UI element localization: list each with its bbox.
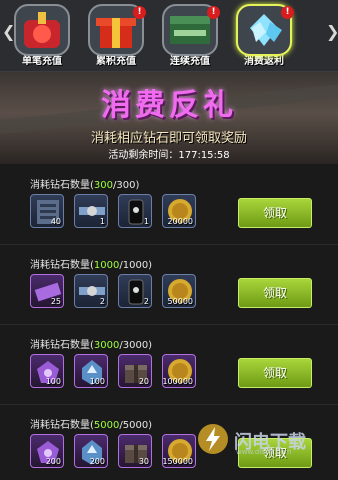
- item-quantity: 150000: [162, 457, 193, 466]
- event-subtitle: 消耗相应钻石即可领取奖励: [90, 131, 247, 146]
- reward-item[interactable]: 200: [74, 434, 108, 468]
- timer-value: 177:15:58: [178, 150, 230, 161]
- tab-spend-rebate[interactable]: ! 消费返利: [232, 4, 296, 70]
- claim-button[interactable]: 领取: [238, 278, 312, 308]
- event-banner: 消费反礼 消耗相应钻石即可领取奖励 活动剩余时间：177:15:58: [0, 72, 338, 164]
- item-quantity: 2: [99, 297, 105, 306]
- reward-row: 消耗钻石数量(300/300) 40 1 1 20000 领取: [0, 164, 338, 244]
- item-quantity: 25: [50, 297, 61, 306]
- reward-item[interactable]: 50000: [162, 274, 196, 308]
- item-quantity: 20000: [167, 217, 193, 226]
- reward-row: 消耗钻石数量(3000/3000) 100 100 20 100000 领取: [0, 324, 338, 404]
- item-quantity: 30: [138, 457, 149, 466]
- reward-item[interactable]: 20: [118, 354, 152, 388]
- tab-cumulative-recharge[interactable]: ! 累积充值: [84, 4, 148, 70]
- reward-row: 消耗钻石数量(1000/1000) 25 2 2 50000 领取: [0, 244, 338, 324]
- required-amount: /3000): [119, 340, 153, 351]
- watermark-url: www.dlsoft.com: [236, 448, 292, 456]
- event-title: 消费反礼: [101, 88, 237, 123]
- item-quantity: 2: [143, 297, 149, 306]
- timer-label: 活动剩余时间：: [108, 150, 179, 161]
- row-requirement: 消耗钻石数量(3000/3000): [30, 340, 153, 351]
- reward-item[interactable]: 30: [118, 434, 152, 468]
- reward-item[interactable]: 100: [74, 354, 108, 388]
- item-quantity: 100: [89, 377, 105, 386]
- required-amount: /300): [113, 180, 140, 191]
- item-quantity: 20: [138, 377, 149, 386]
- item-quantity: 200: [45, 457, 61, 466]
- row-requirement: 消耗钻石数量(300/300): [30, 180, 140, 191]
- item-quantity: 50000: [167, 297, 193, 306]
- current-amount: 1000: [93, 260, 120, 271]
- item-quantity: 200: [89, 457, 105, 466]
- alert-badge: !: [133, 6, 146, 19]
- reward-item[interactable]: 1: [118, 194, 152, 228]
- reward-item[interactable]: 2: [118, 274, 152, 308]
- claim-button[interactable]: 领取: [238, 358, 312, 388]
- row-requirement: 消耗钻石数量(1000/1000): [30, 260, 153, 271]
- current-amount: 300: [93, 180, 113, 191]
- current-amount: 5000: [93, 420, 120, 431]
- required-amount: /5000): [119, 420, 153, 431]
- reward-item[interactable]: 200: [30, 434, 64, 468]
- alert-badge: !: [207, 6, 220, 19]
- reward-item[interactable]: 40: [30, 194, 64, 228]
- reward-item[interactable]: 100: [30, 354, 64, 388]
- reward-item[interactable]: 20000: [162, 194, 196, 228]
- tab-single-recharge[interactable]: 单笔充值: [10, 4, 74, 70]
- item-quantity: 1: [143, 217, 149, 226]
- event-timer: 活动剩余时间：177:15:58: [0, 146, 338, 161]
- reward-item[interactable]: 2: [74, 274, 108, 308]
- item-quantity: 1: [99, 217, 105, 226]
- row-requirement: 消耗钻石数量(5000/5000): [30, 420, 153, 431]
- watermark: 闪电下载 www.dlsoft.com: [196, 422, 328, 458]
- lightning-logo-icon: [198, 424, 228, 454]
- reward-item[interactable]: 100000: [162, 354, 196, 388]
- claim-button[interactable]: 领取: [238, 198, 312, 228]
- reward-item[interactable]: 150000: [162, 434, 196, 468]
- required-amount: /1000): [119, 260, 153, 271]
- reward-item[interactable]: 1: [74, 194, 108, 228]
- tab-bar: ❮ 单笔充值 ! 累积充值 ! 连续充值 ! 消费返利 ❯: [0, 0, 338, 72]
- alert-badge: !: [281, 6, 294, 19]
- item-quantity: 40: [50, 217, 61, 226]
- current-amount: 3000: [93, 340, 120, 351]
- item-quantity: 100000: [162, 377, 193, 386]
- tab-continuous-recharge[interactable]: ! 连续充值: [158, 4, 222, 70]
- right-arrow-icon[interactable]: ❯: [326, 22, 338, 41]
- reward-item[interactable]: 25: [30, 274, 64, 308]
- gift-bag-icon: [14, 4, 70, 56]
- item-quantity: 100: [45, 377, 61, 386]
